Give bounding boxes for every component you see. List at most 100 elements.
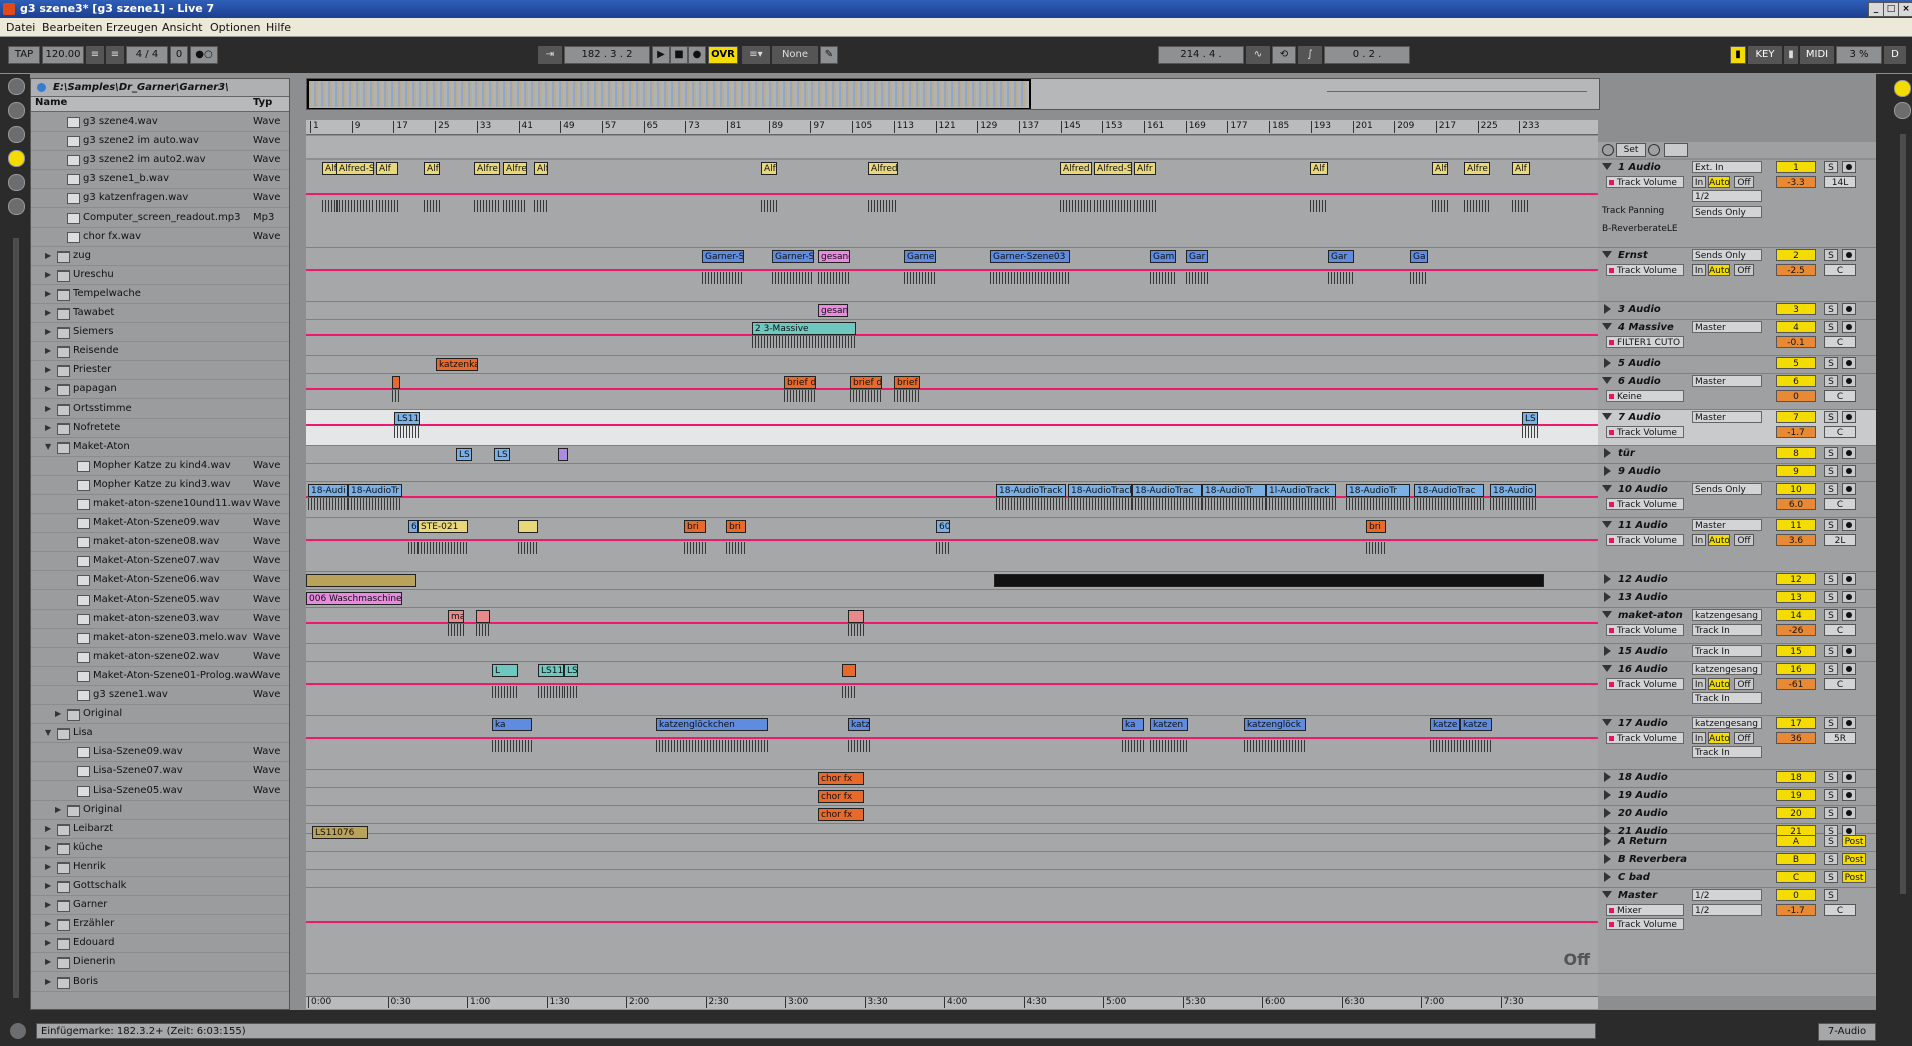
- browser-row[interactable]: ▶ Garner: [31, 895, 289, 916]
- track-lane[interactable]: 006 Waschmaschine: [306, 590, 1598, 608]
- track-header[interactable]: Ernst In Auto Off Sends Only 2 S -2.5 C Track Vol…: [1598, 248, 1876, 302]
- audio-clip[interactable]: L: [492, 664, 518, 677]
- track-header[interactable]: 17 Audio In Auto Off katzengesang Track In 17 S…: [1598, 716, 1876, 770]
- arm-record-button[interactable]: [1842, 321, 1856, 333]
- file-browser-3-icon[interactable]: [8, 174, 25, 191]
- track-name[interactable]: 19 Audio: [1618, 790, 1668, 801]
- browser-row[interactable]: ▶ Tawabet: [31, 303, 289, 323]
- arm-record-button[interactable]: [1842, 411, 1856, 423]
- audio-clip[interactable]: [306, 574, 416, 587]
- punch-out-icon[interactable]: ∫: [1298, 46, 1322, 64]
- audio-clip[interactable]: Alf: [534, 162, 548, 175]
- track-header[interactable]: 12 Audio 12 S: [1598, 572, 1876, 590]
- expand-arrow-icon[interactable]: ▶: [55, 704, 61, 723]
- browser-row[interactable]: ▶ Ureschu: [31, 265, 289, 285]
- close-icon[interactable]: ×: [1898, 2, 1912, 17]
- info-view-icon[interactable]: [10, 1023, 26, 1039]
- track-pan[interactable]: C: [1824, 264, 1856, 276]
- beat-time-ruler[interactable]: 1 9 17 25 33 41 49 57 65 73 81 89 97 105 113 121 129 137 1…: [306, 120, 1598, 135]
- audio-clip[interactable]: [558, 448, 568, 461]
- track-activator-button[interactable]: 19: [1776, 789, 1816, 801]
- plugin-devices-icon[interactable]: [8, 102, 25, 119]
- solo-button[interactable]: S: [1824, 357, 1838, 369]
- browser-row[interactable]: ▶ Erzähler: [31, 914, 289, 935]
- solo-button[interactable]: S: [1824, 807, 1838, 819]
- audio-clip[interactable]: LS: [1522, 412, 1538, 425]
- automation-chooser[interactable]: FILTER1 CUTO: [1606, 336, 1684, 348]
- track-expand-icon[interactable]: [1604, 448, 1611, 458]
- browser-row[interactable]: Lisa-Szene07.wav Wave: [31, 761, 289, 782]
- audio-clip[interactable]: 18-AudioTrac: [1414, 484, 1484, 497]
- track-fold-icon[interactable]: [1602, 485, 1612, 492]
- track-fold-icon[interactable]: [1602, 377, 1612, 384]
- audio-clip[interactable]: 18-AudioTr: [348, 484, 402, 497]
- track-activator-button[interactable]: 17: [1776, 717, 1816, 729]
- solo-button[interactable]: S: [1824, 663, 1838, 675]
- track-lane[interactable]: Off: [306, 888, 1598, 974]
- audio-clip[interactable]: chor fx: [818, 772, 864, 785]
- play-icon[interactable]: ▶: [652, 46, 670, 64]
- track-header[interactable]: tür 8 S: [1598, 446, 1876, 464]
- track-fold-icon[interactable]: [1602, 611, 1612, 618]
- browser-row[interactable]: ▶ Siemers: [31, 322, 289, 343]
- audio-clip[interactable]: Garner-Szene03: [990, 250, 1070, 263]
- browser-row[interactable]: ▶ Ortsstimme: [31, 399, 289, 419]
- browser-row[interactable]: ▶ zug: [31, 246, 289, 266]
- track-lane[interactable]: [306, 464, 1598, 482]
- track-activator-button[interactable]: 15: [1776, 645, 1816, 657]
- volume-envelope[interactable]: [306, 737, 1598, 739]
- track-lane[interactable]: Garner-S Garner-S gesang Garne Garner-Szene0…: [306, 248, 1598, 302]
- solo-button[interactable]: S: [1824, 321, 1838, 333]
- track-header[interactable]: 15 Audio Track In 15 S: [1598, 644, 1876, 662]
- input-output-routing[interactable]: Master: [1692, 411, 1762, 423]
- track-header[interactable]: 9 Audio 9 S: [1598, 464, 1876, 482]
- track-activator-button[interactable]: C: [1776, 871, 1816, 883]
- arm-record-button[interactable]: [1842, 717, 1856, 729]
- solo-button[interactable]: S: [1824, 889, 1838, 901]
- track-volume[interactable]: 36: [1776, 732, 1816, 744]
- input-output-routing[interactable]: 1/2: [1692, 889, 1762, 901]
- menu-datei[interactable]: Datei: [6, 21, 35, 34]
- browser-row[interactable]: ▶ Priester: [31, 360, 289, 381]
- track-lane[interactable]: 60STE-021bribri60bri: [306, 518, 1598, 572]
- audio-clip[interactable]: 2 3-Massive: [752, 322, 856, 335]
- time-ruler[interactable]: 0:00 0:30 1:00 1:30 2:00 2:30 3:00 3:30 4:00 4:30…: [306, 996, 1598, 1009]
- browser-row[interactable]: ▶ Edouard: [31, 933, 289, 954]
- track-activator-button[interactable]: 11: [1776, 519, 1816, 531]
- solo-button[interactable]: S: [1824, 645, 1838, 657]
- expand-arrow-icon[interactable]: ▶: [45, 360, 51, 379]
- audio-clip[interactable]: 18-AudioTrack: [1068, 484, 1132, 497]
- volume-envelope[interactable]: [306, 388, 1598, 390]
- track-lane[interactable]: 18-Audi 18-AudioTr 18-AudioTrack 18-AudioTr…: [306, 482, 1598, 518]
- file-browser-2-icon[interactable]: [8, 150, 25, 167]
- automation-chooser[interactable]: Track Volume: [1606, 264, 1684, 276]
- track-volume[interactable]: -3.3: [1776, 176, 1816, 188]
- browser-row[interactable]: Mopher Katze zu kind3.wav Wave: [31, 475, 289, 495]
- browser-row[interactable]: Maket-Aton-Szene09.wav Wave: [31, 513, 289, 534]
- automation-chooser[interactable]: Track Volume: [1606, 498, 1684, 510]
- solo-button[interactable]: S: [1824, 591, 1838, 603]
- track-header[interactable]: 21 Audio 21 S: [1598, 824, 1876, 837]
- solo-button[interactable]: S: [1824, 303, 1838, 315]
- audio-clip[interactable]: katzenglöckchen: [656, 718, 768, 731]
- browser-row[interactable]: g3 szene1_b.wav Wave: [31, 169, 289, 190]
- file-browser-1-icon[interactable]: [8, 126, 25, 143]
- browser-row[interactable]: ▶ Tempelwache: [31, 284, 289, 304]
- track-name[interactable]: C bad: [1618, 872, 1650, 883]
- arm-record-button[interactable]: [1842, 249, 1856, 261]
- track-pan[interactable]: C: [1824, 390, 1856, 402]
- monitor-in-button[interactable]: In: [1692, 264, 1706, 276]
- solo-button[interactable]: S: [1824, 853, 1838, 865]
- browser-row[interactable]: g3 szene4.wav Wave: [31, 112, 289, 132]
- solo-button[interactable]: S: [1824, 375, 1838, 387]
- tempo-field[interactable]: 120.00: [42, 46, 84, 64]
- input-output-routing[interactable]: katzengesang: [1692, 717, 1762, 729]
- automation-chooser[interactable]: Track Volume: [1606, 426, 1684, 438]
- input-output-routing[interactable]: katzengesang: [1692, 663, 1762, 675]
- track-expand-icon[interactable]: [1604, 836, 1611, 846]
- track-header[interactable]: B Reverbera B S Post: [1598, 852, 1876, 870]
- audio-clip[interactable]: Alf: [1310, 162, 1328, 175]
- audio-clip[interactable]: katzenglöck: [1244, 718, 1306, 731]
- browser-row[interactable]: g3 szene1.wav Wave: [31, 685, 289, 705]
- automation-chooser[interactable]: Mixer: [1606, 904, 1684, 916]
